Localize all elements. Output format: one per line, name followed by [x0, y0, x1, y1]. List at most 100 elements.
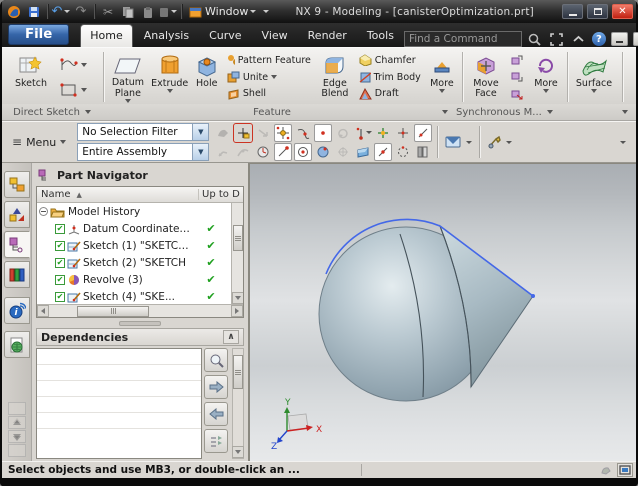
- tab-view[interactable]: View: [253, 25, 297, 47]
- scrollbar-thumb[interactable]: [233, 355, 243, 389]
- combo-dropdown-icon[interactable]: ▼: [192, 124, 208, 140]
- dependencies-forward-button[interactable]: [204, 375, 228, 399]
- tab-home[interactable]: Home: [80, 24, 132, 47]
- status-tool-icon[interactable]: [598, 463, 614, 477]
- move-snap-icon[interactable]: [374, 124, 392, 142]
- scroll-bottom-button[interactable]: [8, 444, 26, 457]
- selection-scope-combo[interactable]: Entire Assembly ▼: [77, 143, 209, 161]
- tree-row-datum-csys[interactable]: ✔ Datum Coordinate ... ✔: [37, 220, 231, 237]
- combo-dropdown-icon[interactable]: ▼: [192, 144, 208, 160]
- datum-plane-button[interactable]: Datum Plane: [107, 51, 149, 103]
- dependencies-header[interactable]: Dependencies ∧: [36, 328, 244, 346]
- doc-restore-button[interactable]: [633, 32, 638, 46]
- tab-tools[interactable]: Tools: [358, 25, 403, 47]
- checkbox-checked-icon[interactable]: ✔: [55, 258, 65, 268]
- tree-row-model-history[interactable]: Model History: [37, 203, 231, 220]
- maximize-button[interactable]: [587, 4, 608, 19]
- tab-curve[interactable]: Curve: [200, 25, 250, 47]
- panel-splitter[interactable]: [36, 318, 244, 328]
- tab-render[interactable]: Render: [299, 25, 356, 47]
- book-snap-icon[interactable]: [414, 143, 432, 161]
- apex-vertex[interactable]: [531, 294, 535, 298]
- hole-button[interactable]: Hole: [191, 51, 223, 103]
- scroll-top-button[interactable]: [8, 402, 26, 415]
- clock-point-icon[interactable]: [254, 143, 272, 161]
- point-on-curve-2-icon[interactable]: [294, 124, 312, 142]
- selection-filter-combo[interactable]: No Selection Filter ▼: [77, 123, 209, 141]
- minimize-button[interactable]: [562, 4, 583, 19]
- wcs-triad[interactable]: Y X Z: [271, 398, 322, 452]
- more-feature-button[interactable]: More: [425, 51, 459, 103]
- history-tab[interactable]: [4, 331, 30, 358]
- tree-row-sketch-2[interactable]: ✔ Sketch (2) "SKETCH ✔: [37, 254, 231, 271]
- pattern-feature-button[interactable]: Pattern Feature: [225, 52, 313, 69]
- sync-tool-3-button[interactable]: [508, 85, 526, 102]
- part-navigator-tab[interactable]: [4, 231, 30, 258]
- toolbar-options-icon[interactable]: [620, 141, 626, 144]
- clipboard-menu-button[interactable]: [159, 3, 177, 20]
- hd3d-tools-tab[interactable]: i: [4, 297, 30, 324]
- end-point-icon[interactable]: [274, 143, 292, 161]
- sync-tool-1-button[interactable]: [508, 52, 526, 69]
- create-point-icon[interactable]: [234, 124, 252, 142]
- intersection-point-icon[interactable]: [394, 124, 412, 142]
- sphere-point-icon[interactable]: [314, 143, 332, 161]
- assembly-navigator-tab[interactable]: [4, 171, 30, 198]
- quadrant-point-icon[interactable]: [334, 143, 352, 161]
- point-on-curve-icon[interactable]: [234, 143, 252, 161]
- paste-button[interactable]: [139, 3, 157, 20]
- sketch-rectangle-button[interactable]: [58, 81, 89, 98]
- tree-row-revolve[interactable]: ✔ Revolve (3) ✔: [37, 271, 231, 288]
- more-sync-button[interactable]: More: [528, 51, 564, 103]
- sketch-button[interactable]: Sketch: [6, 51, 56, 103]
- column-up-to-date[interactable]: Up to D: [199, 189, 243, 200]
- menu-button[interactable]: ≡ Menu: [6, 132, 72, 152]
- point-dialog-icon[interactable]: [274, 124, 292, 142]
- find-command-input[interactable]: [404, 31, 522, 47]
- dependencies-details-button[interactable]: [204, 429, 228, 453]
- surface-button[interactable]: Surface: [571, 51, 617, 103]
- tab-analysis[interactable]: Analysis: [135, 25, 198, 47]
- circle-dashed-icon[interactable]: [394, 143, 412, 161]
- ribbon-overflow-icon[interactable]: [622, 110, 628, 114]
- bounded-plane-icon[interactable]: [354, 143, 372, 161]
- dependencies-search-button[interactable]: [204, 348, 228, 372]
- checkbox-checked-icon[interactable]: ✔: [55, 224, 65, 234]
- chamfer-button[interactable]: Chamfer: [357, 52, 423, 69]
- panel-vertical-scrollbar[interactable]: [232, 348, 244, 459]
- shell-button[interactable]: Shell: [225, 85, 313, 102]
- save-button[interactable]: [25, 3, 43, 20]
- scroll-down-icon[interactable]: [232, 292, 244, 304]
- scroll-left-icon[interactable]: [37, 305, 49, 317]
- collapse-section-icon[interactable]: ∧: [223, 330, 239, 344]
- extrude-button[interactable]: Extrude: [149, 51, 191, 103]
- column-name[interactable]: Name ▲: [37, 189, 199, 200]
- arc-center-icon[interactable]: [294, 143, 312, 161]
- tree-vertical-scrollbar[interactable]: [231, 203, 243, 304]
- search-icon[interactable]: [526, 31, 544, 47]
- window-display-icon[interactable]: [617, 463, 633, 477]
- undo-button[interactable]: ↶: [52, 3, 70, 20]
- dependencies-list[interactable]: [36, 348, 202, 459]
- dependencies-back-button[interactable]: [204, 402, 228, 426]
- constraint-navigator-tab[interactable]: [4, 201, 30, 228]
- rotate-point-icon[interactable]: [334, 124, 352, 142]
- existing-point-icon[interactable]: [314, 124, 332, 142]
- file-menu-button[interactable]: File: [8, 24, 69, 45]
- unite-button[interactable]: Unite: [225, 69, 313, 86]
- scrollbar-thumb[interactable]: [233, 225, 243, 251]
- redo-button[interactable]: ↷: [72, 3, 90, 20]
- minimize-ribbon-icon[interactable]: [570, 31, 588, 47]
- temperature-point-icon[interactable]: [354, 124, 372, 142]
- scroll-right-icon[interactable]: [231, 305, 243, 317]
- scrollbar-thumb[interactable]: [77, 306, 149, 317]
- sync-tool-2-button[interactable]: [508, 69, 526, 86]
- doc-minimize-button[interactable]: [611, 32, 628, 46]
- mid-point-icon[interactable]: [374, 143, 392, 161]
- synchronous-group-label[interactable]: Synchronous M...: [456, 107, 553, 118]
- customize-button[interactable]: [485, 133, 514, 151]
- reuse-library-tab[interactable]: [4, 261, 30, 288]
- move-face-button[interactable]: Move Face: [466, 51, 506, 103]
- tree-horizontal-scrollbar[interactable]: [37, 304, 243, 317]
- show-hide-button[interactable]: [443, 133, 474, 151]
